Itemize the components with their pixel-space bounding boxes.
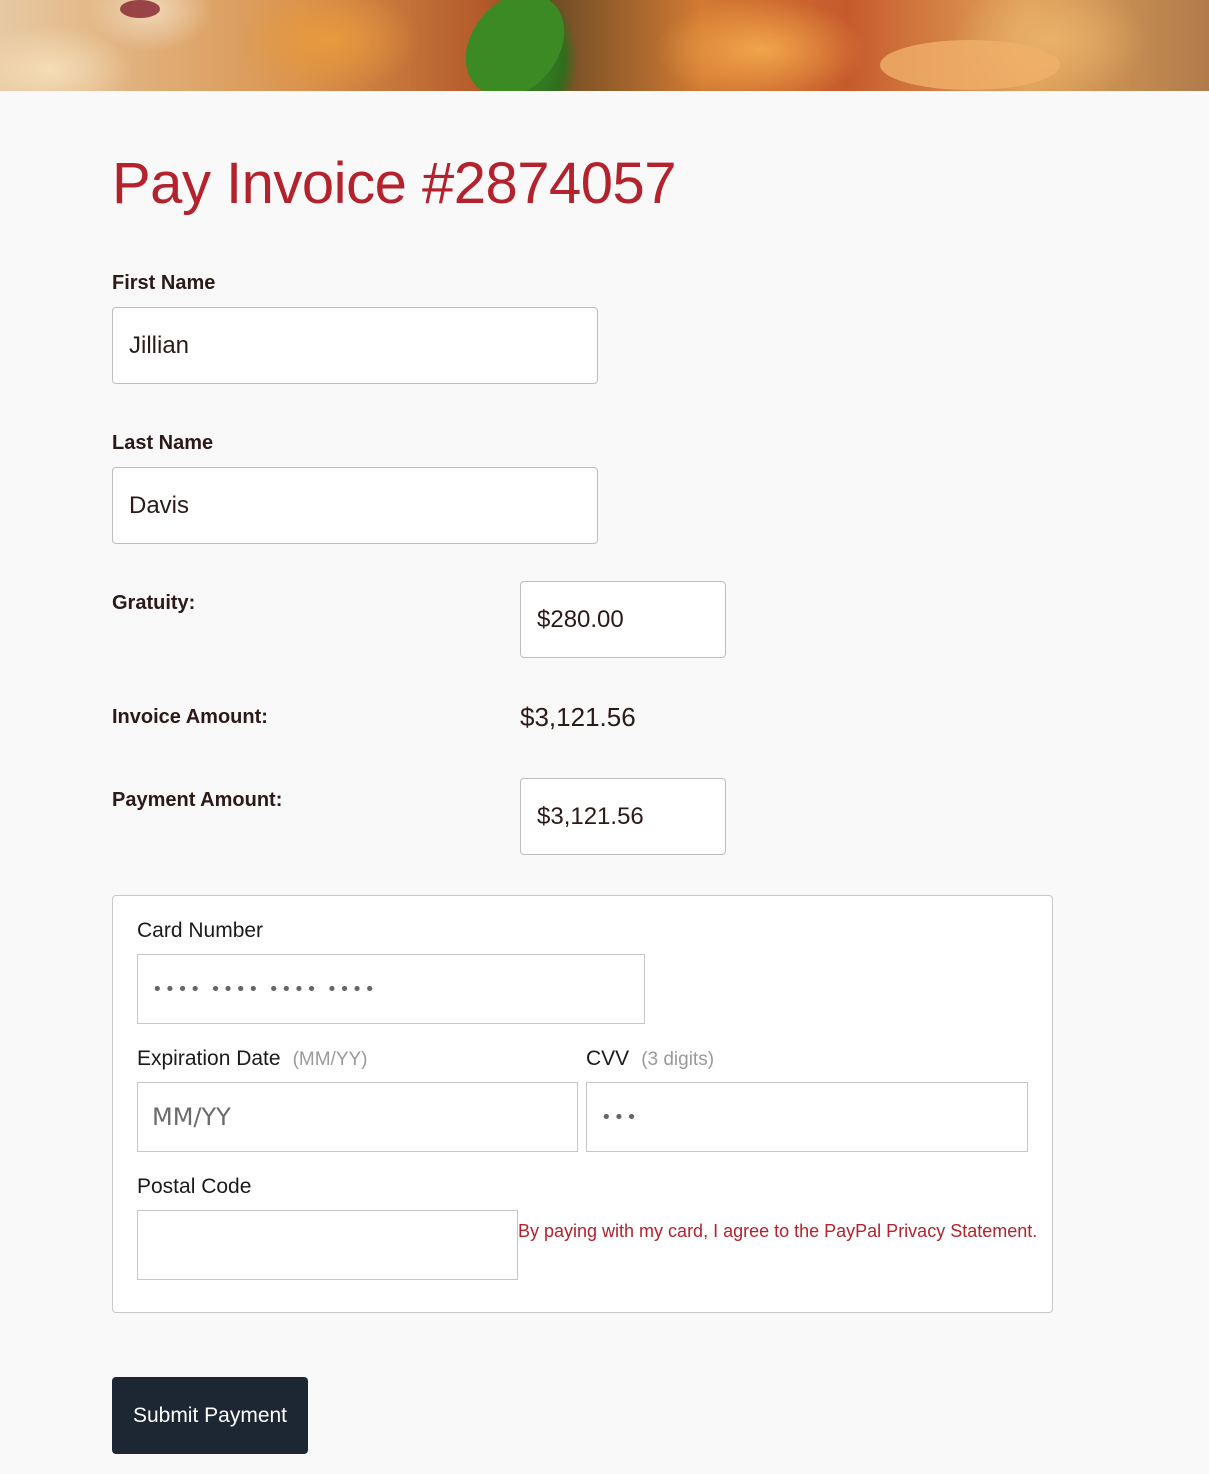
- first-name-value: Jillian: [129, 331, 190, 359]
- postal-code-input[interactable]: [137, 1210, 518, 1280]
- expiration-date-placeholder: MM/YY: [152, 1103, 231, 1131]
- expiration-date-label: Expiration Date (MM/YY): [137, 1047, 368, 1071]
- card-number-input[interactable]: •••• •••• •••• ••••: [137, 954, 645, 1024]
- payment-amount-input[interactable]: $3,121.56: [520, 778, 726, 855]
- last-name-value: Davis: [129, 491, 190, 519]
- paypal-privacy-statement-link[interactable]: By paying with my card, I agree to the P…: [518, 1221, 1037, 1242]
- payment-amount-label: Payment Amount:: [112, 789, 283, 811]
- cvv-input[interactable]: •••: [586, 1082, 1028, 1152]
- hero-image-basil: [453, 0, 577, 91]
- gratuity-label: Gratuity:: [112, 592, 196, 614]
- cvv-label-text: CVV: [586, 1047, 630, 1070]
- last-name-input[interactable]: Davis: [112, 467, 598, 544]
- expiration-date-hint: (MM/YY): [292, 1049, 368, 1070]
- invoice-amount-value: $3,121.56: [520, 702, 636, 732]
- cvv-label: CVV (3 digits): [586, 1047, 714, 1071]
- expiration-date-input[interactable]: MM/YY: [137, 1082, 578, 1152]
- first-name-input[interactable]: Jillian: [112, 307, 598, 384]
- hero-image-detail: [120, 0, 160, 18]
- first-name-label: First Name: [112, 272, 216, 294]
- postal-code-label: Postal Code: [137, 1175, 252, 1198]
- expiration-date-label-text: Expiration Date: [137, 1047, 281, 1070]
- card-number-placeholder: •••• •••• •••• ••••: [152, 978, 378, 1000]
- invoice-amount-label: Invoice Amount:: [112, 706, 268, 728]
- page-title: Pay Invoice #2874057: [112, 151, 677, 216]
- gratuity-value: $280.00: [537, 605, 624, 633]
- last-name-label: Last Name: [112, 432, 214, 454]
- gratuity-input[interactable]: $280.00: [520, 581, 726, 658]
- hero-banner-image: [0, 0, 1209, 91]
- hero-image-pasta: [880, 40, 1060, 90]
- submit-payment-button[interactable]: Submit Payment: [112, 1377, 308, 1454]
- cvv-hint: (3 digits): [641, 1049, 715, 1070]
- card-number-label: Card Number: [137, 919, 264, 942]
- payment-amount-value: $3,121.56: [537, 802, 644, 830]
- cvv-placeholder: •••: [601, 1106, 639, 1128]
